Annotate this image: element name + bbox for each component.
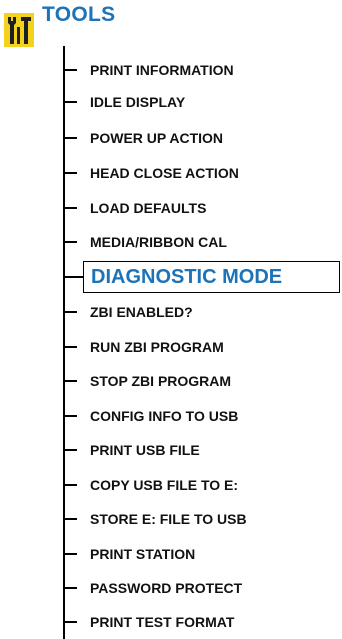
menu-item-print-station[interactable]: PRINT STATION — [63, 542, 333, 566]
menu-item-label: ZBI ENABLED? — [90, 304, 193, 320]
menu-item-label: IDLE DISPLAY — [90, 94, 186, 110]
tools-menu: PRINT INFORMATION IDLE DISPLAY POWER UP … — [0, 0, 342, 639]
menu-item-power-up-action[interactable]: POWER UP ACTION — [63, 126, 333, 150]
menu-item-print-usb-file[interactable]: PRINT USB FILE — [63, 438, 333, 462]
menu-item-idle-display[interactable]: IDLE DISPLAY — [63, 90, 333, 114]
menu-item-label: PRINT USB FILE — [90, 442, 200, 458]
menu-item-print-information[interactable]: PRINT INFORMATION — [63, 58, 333, 82]
menu-item-label: POWER UP ACTION — [90, 130, 224, 146]
menu-item-zbi-enabled[interactable]: ZBI ENABLED? — [63, 300, 333, 324]
menu-item-label: LOAD DEFAULTS — [90, 200, 207, 216]
tree-tick — [63, 311, 77, 313]
tree-tick — [63, 484, 77, 486]
tree-tick — [63, 380, 77, 382]
tree-tick — [63, 587, 77, 589]
menu-item-label: STOP ZBI PROGRAM — [90, 373, 232, 389]
tree-tick — [63, 449, 77, 451]
menu-item-copy-usb-file-to-e[interactable]: COPY USB FILE TO E: — [63, 473, 333, 497]
menu-item-label: HEAD CLOSE ACTION — [90, 165, 239, 181]
menu-item-store-e-file-to-usb[interactable]: STORE E: FILE TO USB — [63, 507, 333, 531]
menu-item-print-test-format[interactable]: PRINT TEST FORMAT — [63, 610, 333, 634]
tree-tick — [63, 207, 77, 209]
menu-item-label: PRINT INFORMATION — [90, 62, 234, 78]
tree-tick — [63, 172, 77, 174]
menu-item-head-close-action[interactable]: HEAD CLOSE ACTION — [63, 161, 333, 185]
menu-item-config-info-to-usb[interactable]: CONFIG INFO TO USB — [63, 404, 333, 428]
tree-tick — [63, 553, 77, 555]
menu-item-label: PASSWORD PROTECT — [90, 580, 243, 596]
menu-item-stop-zbi-program[interactable]: STOP ZBI PROGRAM — [63, 369, 333, 393]
menu-item-load-defaults[interactable]: LOAD DEFAULTS — [63, 196, 333, 220]
tree-tick — [63, 621, 77, 623]
tree-tick — [63, 276, 83, 278]
menu-item-label: RUN ZBI PROGRAM — [90, 339, 224, 355]
tree-tick — [63, 101, 77, 103]
menu-item-label: STORE E: FILE TO USB — [90, 511, 247, 527]
tree-tick — [63, 346, 77, 348]
menu-item-diagnostic-mode[interactable]: DIAGNOSTIC MODE — [63, 261, 340, 293]
menu-item-label: DIAGNOSTIC MODE — [91, 266, 283, 288]
menu-item-label: MEDIA/RIBBON CAL — [90, 234, 227, 250]
menu-item-label: PRINT STATION — [90, 546, 196, 562]
menu-item-label: COPY USB FILE TO E: — [90, 477, 239, 493]
tree-tick — [63, 69, 77, 71]
menu-item-label: CONFIG INFO TO USB — [90, 408, 239, 424]
tree-tick — [63, 518, 77, 520]
tree-tick — [63, 241, 77, 243]
tree-tick — [63, 137, 77, 139]
menu-item-label: PRINT TEST FORMAT — [90, 614, 235, 630]
menu-item-run-zbi-program[interactable]: RUN ZBI PROGRAM — [63, 335, 333, 359]
tree-tick — [63, 415, 77, 417]
menu-item-media-ribbon-cal[interactable]: MEDIA/RIBBON CAL — [63, 230, 333, 254]
menu-item-password-protect[interactable]: PASSWORD PROTECT — [63, 576, 333, 600]
